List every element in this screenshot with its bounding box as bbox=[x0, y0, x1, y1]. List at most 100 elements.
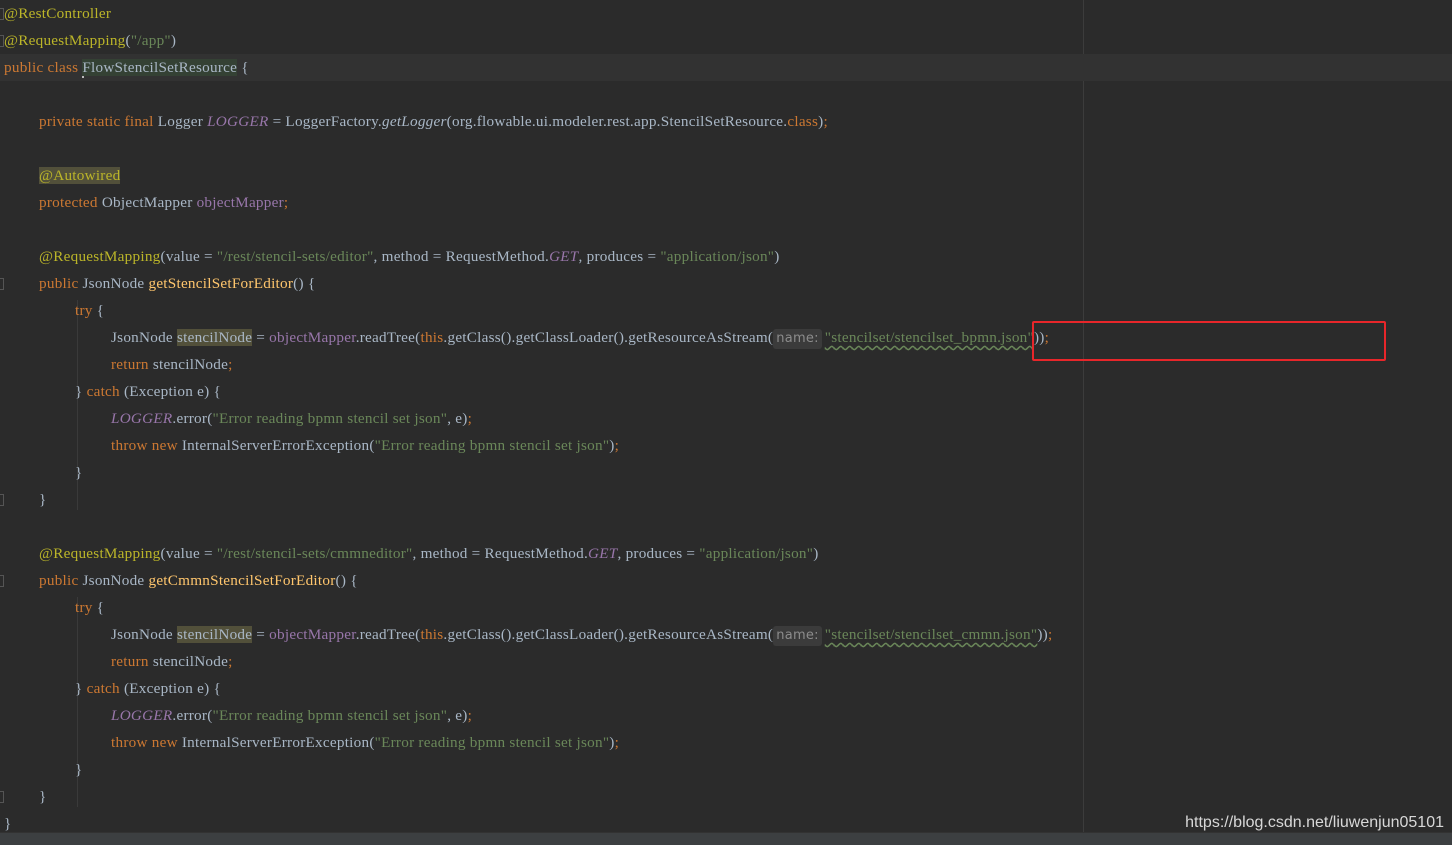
parameter-hint: name: bbox=[773, 329, 822, 349]
fold-marker[interactable] bbox=[0, 575, 4, 587]
semicolon: ; bbox=[614, 437, 620, 454]
brace: } bbox=[75, 761, 83, 778]
watermark: https://blog.csdn.net/liuwenjun05101 bbox=[1185, 814, 1444, 831]
static-field: LOGGER bbox=[207, 113, 269, 130]
string-literal: "Error reading bpmn stencil set json" bbox=[212, 410, 448, 427]
field: objectMapper bbox=[196, 194, 284, 211]
code-text: = bbox=[252, 329, 270, 346]
code-line: @RequestMapping("/app") bbox=[4, 32, 177, 49]
keyword: new bbox=[151, 437, 178, 454]
keyword: catch bbox=[86, 680, 120, 697]
brace: { bbox=[96, 302, 105, 319]
type: JsonNode bbox=[111, 329, 177, 346]
static-method: getLogger bbox=[381, 113, 447, 130]
code-text: )) bbox=[1037, 626, 1048, 643]
variable: stencilNode bbox=[148, 653, 229, 670]
string-literal: "/rest/stencil-sets/cmmneditor" bbox=[216, 545, 413, 562]
static-field: LOGGER bbox=[111, 707, 173, 724]
code-text: , method = RequestMethod. bbox=[412, 545, 589, 562]
type: Logger bbox=[157, 113, 208, 130]
keyword: return bbox=[111, 356, 149, 373]
brace: } bbox=[4, 815, 12, 832]
code-text: .error( bbox=[172, 410, 213, 427]
method-name: getCmmnStencilSetForEditor bbox=[148, 572, 336, 589]
class-name: FlowStencilSetResource bbox=[82, 59, 238, 76]
code-text: = bbox=[252, 626, 270, 643]
code-text: ) bbox=[774, 248, 780, 265]
code-line: try { bbox=[75, 297, 104, 324]
type: JsonNode bbox=[82, 572, 149, 589]
highlight-annotation-box bbox=[1032, 321, 1386, 361]
brace: { bbox=[96, 599, 105, 616]
annotation: @RestController bbox=[4, 5, 112, 22]
code-text: ) bbox=[813, 545, 819, 562]
string-literal: "stencilset/stencilset_cmmn.json" bbox=[824, 626, 1038, 643]
parameter-hint: name: bbox=[773, 626, 822, 646]
semicolon: ; bbox=[467, 707, 473, 724]
type: JsonNode bbox=[111, 626, 177, 643]
semicolon: ; bbox=[614, 734, 620, 751]
code-line-current: public class FlowStencilSetResource { bbox=[0, 54, 1452, 81]
keyword: new bbox=[151, 734, 178, 751]
static-field: GET bbox=[588, 545, 618, 562]
code-text: = LoggerFactory. bbox=[268, 113, 382, 130]
annotation: @RequestMapping bbox=[4, 32, 126, 49]
code-line: LOGGER.error("Error reading bpmn stencil… bbox=[111, 702, 472, 729]
string-literal: "Error reading bpmn stencil set json" bbox=[374, 437, 610, 454]
field: objectMapper bbox=[269, 626, 356, 643]
brace: } bbox=[75, 464, 83, 481]
code-editor[interactable]: @RestController @RequestMapping("/app") … bbox=[0, 0, 1452, 832]
code-line: } bbox=[75, 459, 83, 486]
string-literal: "Error reading bpmn stencil set json" bbox=[212, 707, 448, 724]
code-line: public JsonNode getCmmnStencilSetForEdit… bbox=[39, 567, 358, 594]
status-bar bbox=[0, 832, 1452, 845]
right-margin-guide bbox=[1083, 0, 1084, 832]
code-text: InternalServerErrorException( bbox=[177, 437, 375, 454]
variable: stencilNode bbox=[176, 329, 253, 346]
semicolon: ; bbox=[228, 356, 233, 373]
semicolon: ; bbox=[283, 194, 289, 211]
annotation: @RequestMapping bbox=[39, 545, 161, 562]
fold-marker[interactable] bbox=[0, 791, 4, 803]
variable: stencilNode bbox=[148, 356, 229, 373]
code-text: () { bbox=[335, 572, 358, 589]
static-field: LOGGER bbox=[111, 410, 173, 427]
code-text: (value = bbox=[160, 545, 217, 562]
code-text: (Exception e) { bbox=[119, 680, 222, 697]
code-line: } bbox=[39, 486, 47, 513]
code-line: LOGGER.error("Error reading bpmn stencil… bbox=[111, 405, 472, 432]
string-literal: "Error reading bpmn stencil set json" bbox=[374, 734, 610, 751]
code-line: @Autowired bbox=[39, 162, 121, 189]
brace: } bbox=[75, 383, 87, 400]
code-line: private static final Logger LOGGER = Log… bbox=[39, 108, 828, 135]
annotation: @RequestMapping bbox=[39, 248, 161, 265]
code-line: } catch (Exception e) { bbox=[75, 378, 221, 405]
code-text: .readTree( bbox=[355, 329, 421, 346]
keyword: public class bbox=[4, 59, 83, 76]
fold-marker[interactable] bbox=[0, 278, 4, 290]
code-text: (value = bbox=[160, 248, 217, 265]
code-text: , method = RequestMethod. bbox=[373, 248, 550, 265]
brace: { bbox=[237, 59, 249, 76]
keyword: public bbox=[39, 275, 83, 292]
semicolon: ; bbox=[1047, 626, 1053, 643]
semicolon: ; bbox=[823, 113, 828, 130]
fold-marker[interactable] bbox=[0, 494, 4, 506]
keyword: class bbox=[787, 113, 819, 130]
code-line: @RequestMapping(value = "/rest/stencil-s… bbox=[39, 243, 780, 270]
code-text: () { bbox=[293, 275, 316, 292]
code-line: throw new InternalServerErrorException("… bbox=[111, 729, 619, 756]
code-line: return stencilNode; bbox=[111, 648, 233, 675]
code-text: .readTree( bbox=[355, 626, 421, 643]
string-literal: "application/json" bbox=[660, 248, 775, 265]
keyword: private static final bbox=[39, 113, 158, 130]
code-line: throw new InternalServerErrorException("… bbox=[111, 432, 619, 459]
code-line: JsonNode stencilNode = objectMapper.read… bbox=[111, 621, 1052, 648]
code-text: , e) bbox=[447, 707, 468, 724]
code-text: , produces = bbox=[617, 545, 700, 562]
keyword: return bbox=[111, 653, 149, 670]
semicolon: ; bbox=[467, 410, 473, 427]
code-text: , e) bbox=[447, 410, 468, 427]
keyword: protected bbox=[39, 194, 102, 211]
code-text: .getClass().getClassLoader().getResource… bbox=[443, 329, 774, 346]
